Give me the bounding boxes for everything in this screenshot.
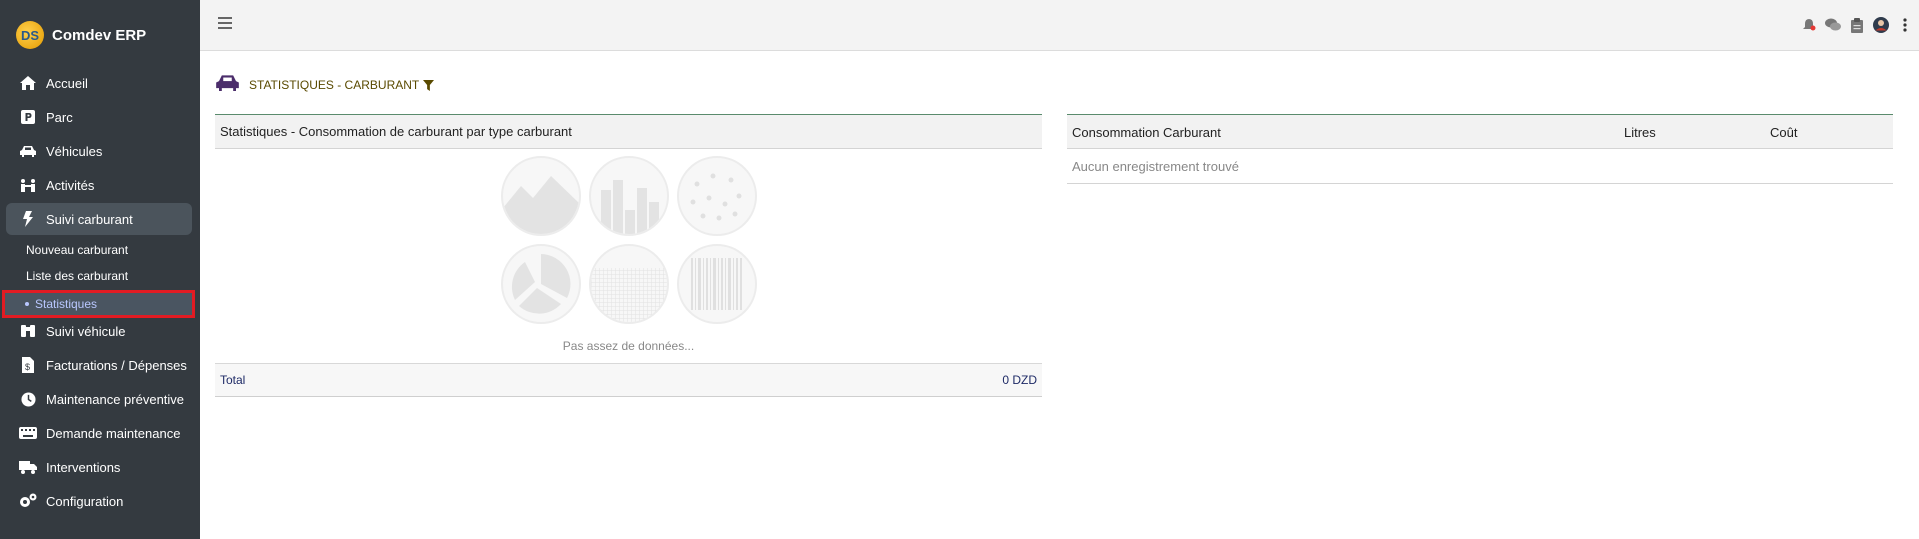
sidebar-item-configuration[interactable]: Configuration: [6, 485, 192, 517]
user-avatar[interactable]: [1873, 17, 1889, 33]
grid-chart-placeholder-icon: [589, 244, 669, 324]
sidebar-item-suivi-vehicule[interactable]: Suivi véhicule: [6, 315, 192, 347]
stats-panel-title: Statistiques - Consommation de carburant…: [215, 114, 1042, 149]
binoculars-icon: [18, 321, 38, 341]
chart-placeholder: Pas assez de données...: [215, 149, 1042, 363]
column-header-litres[interactable]: Litres: [1624, 125, 1656, 140]
submenu-statistiques[interactable]: Statistiques: [2, 290, 195, 318]
submenu-nouveau-carburant[interactable]: Nouveau carburant: [26, 243, 128, 257]
sidebar: DS Comdev ERP Accueil Parc Véhicules Act…: [0, 0, 200, 539]
stats-panel: Statistiques - Consommation de carburant…: [215, 114, 1042, 397]
total-row: Total 0 DZD: [215, 363, 1042, 397]
cogs-icon: [18, 491, 38, 511]
home-icon: [18, 73, 38, 93]
svg-text:$: $: [25, 362, 30, 372]
more-vertical-icon[interactable]: [1897, 17, 1913, 33]
car-icon: [216, 74, 239, 96]
filter-icon[interactable]: [423, 79, 435, 91]
invoice-icon: $: [18, 355, 38, 375]
sidebar-item-label: Demande maintenance: [46, 425, 181, 441]
clipboard-icon[interactable]: [1849, 17, 1865, 33]
truck-icon: [18, 457, 38, 477]
consumption-table: Consommation Carburant Litres Coût Aucun…: [1067, 114, 1893, 184]
keyboard-icon: [18, 423, 38, 443]
sidebar-item-label: Maintenance préventive: [46, 391, 185, 407]
brand-logo: DS: [16, 21, 44, 49]
sidebar-item-label: Suivi véhicule: [46, 323, 126, 339]
chat-icon[interactable]: [1825, 17, 1841, 33]
table-header: Consommation Carburant Litres Coût: [1067, 114, 1893, 149]
submenu-label: Statistiques: [35, 297, 98, 311]
sidebar-item-label: Facturations / Dépenses: [46, 357, 187, 373]
sidebar-item-label: Suivi carburant: [46, 211, 133, 227]
pie-chart-placeholder-icon: [501, 244, 581, 324]
sidebar-item-label: Parc: [46, 109, 73, 125]
scatter-chart-placeholder-icon: [677, 156, 757, 236]
area-chart-placeholder-icon: [501, 156, 581, 236]
submenu-liste-carburant[interactable]: Liste des carburant: [26, 269, 128, 283]
active-dot: [25, 302, 29, 306]
total-value: 0 DZD: [1002, 373, 1037, 387]
sidebar-item-maintenance-preventive[interactable]: Maintenance préventive: [6, 383, 192, 415]
barcode-chart-placeholder-icon: [677, 244, 757, 324]
brand-name: Comdev ERP: [52, 26, 147, 44]
brand[interactable]: DS Comdev ERP: [0, 0, 200, 70]
sidebar-item-label: Véhicules: [46, 143, 103, 159]
total-label: Total: [220, 373, 246, 387]
menu-toggle-icon[interactable]: [218, 17, 232, 29]
sidebar-item-interventions[interactable]: Interventions: [6, 451, 192, 483]
sidebar-item-vehicules[interactable]: Véhicules: [6, 135, 192, 167]
sidebar-item-label: Activités: [46, 177, 95, 193]
topbar: [200, 0, 1919, 51]
sidebar-item-label: Accueil: [46, 75, 88, 91]
page-header: STATISTIQUES - CARBURANT: [216, 74, 435, 96]
sidebar-item-parc[interactable]: Parc: [6, 101, 192, 133]
column-header-cout[interactable]: Coût: [1770, 125, 1797, 140]
sidebar-item-facturations[interactable]: $ Facturations / Dépenses: [6, 349, 192, 381]
topbar-actions: [1801, 17, 1913, 33]
sidebar-item-label: Configuration: [46, 493, 124, 509]
bar-chart-placeholder-icon: [589, 156, 669, 236]
sidebar-item-label: Interventions: [46, 459, 121, 475]
sidebar-item-accueil[interactable]: Accueil: [6, 67, 192, 99]
activities-icon: [18, 175, 38, 195]
clock-icon: [18, 389, 38, 409]
sidebar-item-activites[interactable]: Activités: [6, 169, 192, 201]
empty-table-message: Aucun enregistrement trouvé: [1067, 149, 1893, 184]
parking-icon: [18, 107, 38, 127]
car-icon: [18, 141, 38, 161]
bell-icon[interactable]: [1801, 17, 1817, 33]
page-title: STATISTIQUES - CARBURANT: [249, 78, 420, 92]
column-header-consommation[interactable]: Consommation Carburant: [1072, 125, 1221, 140]
sidebar-item-suivi-carburant[interactable]: Suivi carburant: [6, 203, 192, 235]
bolt-icon: [18, 209, 38, 229]
sidebar-item-demande-maintenance[interactable]: Demande maintenance: [6, 417, 192, 449]
no-data-message: Pas assez de données...: [562, 339, 695, 353]
